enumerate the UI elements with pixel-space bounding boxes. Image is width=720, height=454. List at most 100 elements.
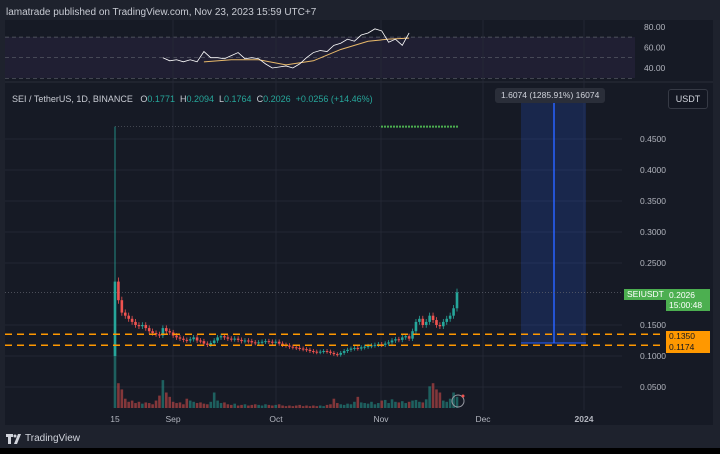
- symbol-name[interactable]: SEI / TetherUS, 1D, BINANCE: [12, 94, 133, 104]
- volume-bar: [390, 399, 394, 408]
- currency-button[interactable]: USDT: [668, 89, 708, 109]
- candle-body: [301, 348, 305, 350]
- candle-body: [288, 345, 291, 347]
- candle-body: [223, 336, 226, 338]
- volume-bar: [233, 403, 236, 408]
- volume-bar: [250, 404, 254, 408]
- candle-body: [195, 337, 199, 341]
- time-axis-label: Dec: [475, 414, 491, 424]
- volume-bar: [394, 401, 397, 408]
- volume-bar: [356, 396, 360, 408]
- price-axis-label: 0.1000: [640, 351, 666, 361]
- volume-bar: [298, 404, 301, 408]
- candle-body: [366, 346, 370, 348]
- volume-bar: [127, 401, 130, 408]
- candle-body: [390, 340, 394, 343]
- candle-body: [117, 281, 120, 301]
- volume-bar: [421, 402, 425, 408]
- symbol-tag: SEIUSDT: [624, 289, 667, 300]
- candle-body: [250, 341, 254, 343]
- volume-bar: [158, 395, 161, 408]
- volume-bar: [219, 403, 223, 408]
- candle-body: [226, 337, 230, 339]
- volume-bar: [240, 404, 243, 408]
- volume-bar: [336, 403, 339, 408]
- volume-bar: [418, 401, 421, 408]
- volume-bar: [236, 405, 240, 408]
- time-axis-label: 2024: [575, 414, 594, 424]
- candle-body: [322, 351, 325, 353]
- candle-body: [397, 339, 401, 341]
- price-axis-label: 0.1500: [640, 320, 666, 330]
- volume-bar: [199, 402, 202, 408]
- close-value: 0.2026: [263, 94, 291, 104]
- volume-bar: [274, 404, 278, 408]
- volume-bar: [247, 405, 250, 408]
- candle-body: [291, 346, 295, 348]
- candle-body: [448, 315, 452, 319]
- volume-bar: [141, 403, 144, 408]
- candle-body: [175, 335, 178, 338]
- volume-bar: [442, 400, 445, 408]
- high-value: 0.2094: [186, 94, 214, 104]
- volume-bar: [178, 402, 182, 408]
- candle-body: [421, 318, 425, 325]
- volume-bar: [346, 403, 349, 408]
- candle-body: [168, 331, 172, 333]
- volume-bar: [182, 404, 185, 408]
- volume-bar: [277, 404, 281, 408]
- volume-bar: [267, 404, 271, 408]
- measure-tooltip: 1.6074 (1285.91%) 16074: [495, 88, 606, 103]
- volume-bar: [407, 401, 411, 408]
- symbol-legend: SEI / TetherUS, 1D, BINANCE O0.1771 H0.2…: [12, 94, 373, 104]
- volume-bar: [397, 402, 401, 408]
- volume-bar: [428, 386, 431, 408]
- candle-body: [233, 338, 236, 340]
- candle-body: [165, 328, 168, 332]
- volume-bar: [400, 401, 404, 408]
- volume-bar: [192, 401, 195, 408]
- alert-dot-icon: [461, 394, 465, 398]
- volume-bar: [260, 405, 264, 408]
- volume-bar: [151, 404, 154, 408]
- volume-bar: [445, 401, 449, 408]
- candle-body: [144, 325, 148, 329]
- tradingview-logo[interactable]: TradingView: [6, 433, 80, 444]
- candle-body: [400, 337, 404, 340]
- candle-body: [134, 321, 137, 325]
- candle-body: [339, 352, 343, 355]
- price-axis-label: 0.4500: [640, 134, 666, 144]
- candle-body: [431, 315, 435, 321]
- volume-bar: [448, 398, 452, 408]
- volume-bar: [377, 403, 380, 408]
- volume-bar: [185, 398, 189, 408]
- volume-bar: [161, 380, 165, 408]
- volume-bar: [411, 400, 414, 408]
- candle-body: [206, 343, 209, 345]
- candle-body: [243, 340, 247, 342]
- open-value: 0.1771: [147, 94, 175, 104]
- volume-bar: [137, 401, 141, 408]
- candle-body: [182, 338, 185, 340]
- candle-body: [359, 347, 363, 349]
- candle-body: [312, 351, 315, 353]
- volume-bar: [223, 402, 226, 408]
- level-tag-lower: 0.1174: [666, 342, 710, 353]
- volume-bar: [339, 404, 343, 408]
- volume-bar: [202, 403, 206, 408]
- candle-body: [346, 349, 349, 352]
- candle-body: [407, 336, 411, 339]
- last-price: 0.2026: [669, 290, 695, 300]
- candle-body: [353, 347, 356, 349]
- price-axis-label: 0.0500: [640, 382, 666, 392]
- chart-canvas[interactable]: 0.4500 0.4000 0.3500 0.3000 0.2500 0.1500 0.10…: [0, 0, 720, 454]
- volume-bar: [305, 405, 308, 408]
- volume-bar: [332, 398, 336, 408]
- volume-bar: [154, 400, 158, 408]
- candle-body: [294, 347, 298, 349]
- candle-body: [452, 308, 455, 316]
- volume-bar: [438, 392, 442, 408]
- volume-bar: [318, 405, 322, 408]
- volume-bar: [243, 404, 247, 408]
- candle-body: [277, 341, 281, 344]
